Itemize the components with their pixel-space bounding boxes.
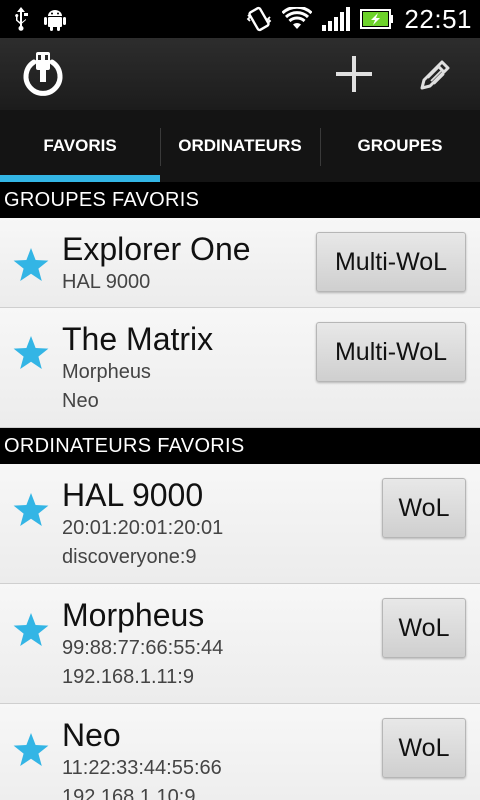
list-item-group[interactable]: Explorer One HAL 9000 Multi-WoL	[0, 218, 480, 308]
computer-info: Morpheus 99:88:77:66:55:44 192.168.1.11:…	[62, 596, 223, 692]
wifi-icon	[282, 7, 313, 29]
signal-icon	[322, 7, 351, 31]
group-info: Explorer One HAL 9000	[62, 230, 251, 297]
group-member: HAL 9000	[62, 271, 151, 293]
android-icon	[44, 10, 66, 31]
computer-mac: 20:01:20:01:20:01	[62, 517, 224, 539]
group-info: The Matrix Morpheus Neo	[62, 320, 213, 416]
computer-name: Neo	[62, 717, 121, 753]
tab-groupes[interactable]: GROUPES	[320, 110, 480, 182]
group-member: Morpheus	[62, 361, 151, 383]
app-icon[interactable]	[18, 50, 68, 100]
group-name: Explorer One	[62, 231, 251, 267]
add-button[interactable]	[332, 52, 376, 96]
star-icon[interactable]	[12, 246, 50, 284]
star-icon[interactable]	[12, 491, 50, 529]
group-member: Neo	[62, 390, 99, 412]
clock: 22:51	[404, 3, 472, 34]
list-item-computer[interactable]: Morpheus 99:88:77:66:55:44 192.168.1.11:…	[0, 584, 480, 704]
list-item-computer[interactable]: Neo 11:22:33:44:55:66 192.168.1.10:9 WoL	[0, 704, 480, 800]
computer-mac: 11:22:33:44:55:66	[62, 757, 222, 779]
list-item-computer[interactable]: HAL 9000 20:01:20:01:20:01 discoveryone:…	[0, 464, 480, 584]
group-name: The Matrix	[62, 321, 214, 357]
power-plug-icon	[23, 52, 63, 96]
tab-favoris[interactable]: FAVORIS	[0, 110, 160, 182]
multi-wol-button[interactable]: Multi-WoL	[316, 322, 466, 382]
multi-wol-button[interactable]: Multi-WoL	[316, 232, 466, 292]
system-icons: 22:51	[246, 0, 472, 38]
computer-name: HAL 9000	[62, 477, 204, 513]
vibrate-icon	[247, 6, 272, 32]
section-header-computers: ORDINATEURS FAVORIS	[0, 428, 480, 464]
computer-info: Neo 11:22:33:44:55:66 192.168.1.10:9	[62, 716, 222, 800]
notification-icons	[12, 6, 66, 32]
usb-icon	[15, 7, 28, 31]
computer-name: Morpheus	[62, 597, 205, 633]
favorites-list[interactable]: GROUPES FAVORIS Explorer One HAL 9000 Mu…	[0, 182, 480, 800]
add-icon	[336, 56, 372, 92]
tab-bar: FAVORIS ORDINATEURS GROUPES	[0, 110, 480, 182]
star-icon[interactable]	[12, 611, 50, 649]
wol-button[interactable]: WoL	[382, 718, 466, 778]
computer-host: 192.168.1.10:9	[62, 786, 196, 800]
computer-info: HAL 9000 20:01:20:01:20:01 discoveryone:…	[62, 476, 223, 572]
wol-button[interactable]: WoL	[382, 478, 466, 538]
computer-host: 192.168.1.11:9	[62, 666, 194, 688]
edit-button[interactable]	[414, 52, 458, 96]
wol-button[interactable]: WoL	[382, 598, 466, 658]
star-icon[interactable]	[12, 731, 50, 769]
tab-ordinateurs[interactable]: ORDINATEURS	[160, 110, 320, 182]
action-bar	[0, 38, 480, 110]
star-icon[interactable]	[12, 334, 50, 372]
computer-mac: 99:88:77:66:55:44	[62, 637, 224, 659]
computer-host: discoveryone:9	[62, 546, 197, 568]
list-item-group[interactable]: The Matrix Morpheus Neo Multi-WoL	[0, 308, 480, 428]
edit-icon	[420, 60, 450, 90]
battery-charging-icon	[360, 9, 394, 29]
section-header-groups: GROUPES FAVORIS	[0, 182, 480, 218]
status-bar: 22:51	[0, 0, 480, 38]
